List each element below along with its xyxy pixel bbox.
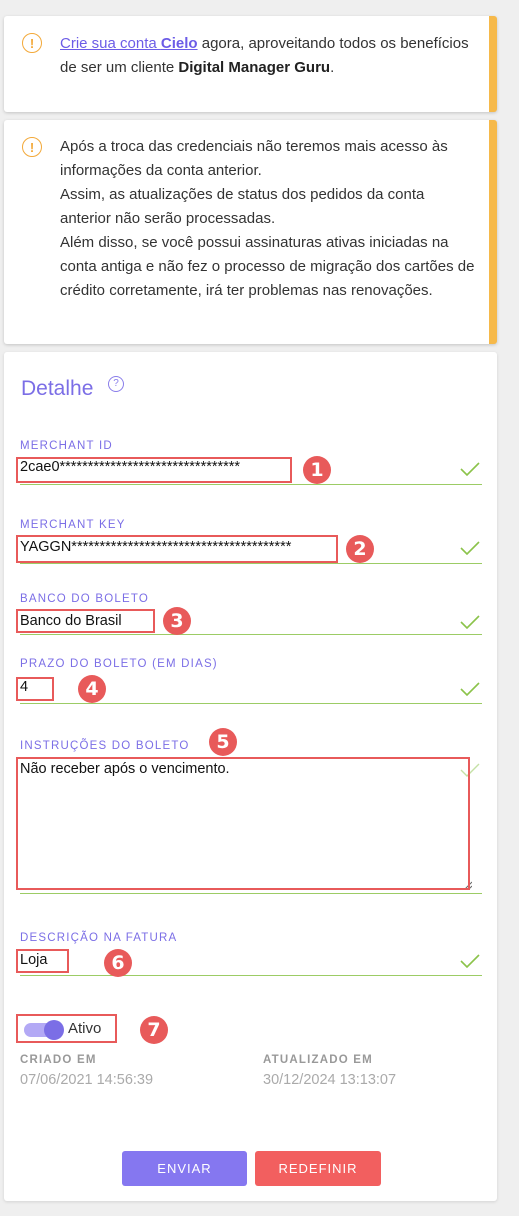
field-underline xyxy=(20,563,482,564)
marker-badge-5: 5 xyxy=(209,728,237,756)
warning-icon: ! xyxy=(22,33,42,53)
created-value: 07/06/2021 14:56:39 xyxy=(20,1072,154,1088)
field-underline xyxy=(20,893,482,894)
highlight-box xyxy=(16,677,54,701)
check-icon xyxy=(460,541,480,555)
highlight-box xyxy=(16,457,292,483)
check-icon xyxy=(460,615,480,629)
field-label: DESCRIÇÃO NA FATURA xyxy=(20,932,178,944)
reset-button[interactable]: REDEFINIR xyxy=(255,1151,381,1186)
invoice-description-field[interactable]: DESCRIÇÃO NA FATURA Loja xyxy=(20,932,482,976)
field-label: PRAZO DO BOLETO (EM DIAS) xyxy=(20,658,218,670)
marker-badge-3: 3 xyxy=(163,607,191,635)
help-icon[interactable]: ? xyxy=(108,376,124,392)
credentials-warning-alert: ! Após a troca das credenciais não terem… xyxy=(4,120,497,344)
field-label: MERCHANT ID xyxy=(20,440,113,452)
highlight-box xyxy=(16,1014,117,1043)
highlight-box xyxy=(16,609,155,633)
created-label: CRIADO EM xyxy=(20,1054,97,1066)
field-underline xyxy=(20,634,482,635)
create-cielo-account-link[interactable]: Crie sua conta Cielo xyxy=(60,35,198,52)
marker-badge-1: 1 xyxy=(303,456,331,484)
field-label: MERCHANT KEY xyxy=(20,519,126,531)
check-icon xyxy=(460,462,480,476)
check-icon xyxy=(460,954,480,968)
highlight-box xyxy=(16,949,69,973)
field-underline xyxy=(20,703,482,704)
alert-text: Após a troca das credenciais não teremos… xyxy=(60,135,475,303)
highlight-box xyxy=(16,535,338,563)
highlight-box xyxy=(16,757,470,890)
alert-paragraph-3: Além disso, se você possui assinaturas a… xyxy=(60,234,475,299)
field-label: INSTRUÇÕES DO BOLETO xyxy=(20,740,190,752)
warning-icon: ! xyxy=(22,137,42,157)
info-alert-cielo: ! Crie sua conta Cielo agora, aproveitan… xyxy=(4,16,497,112)
field-label: BANCO DO BOLETO xyxy=(20,593,149,605)
marker-badge-4: 4 xyxy=(78,675,106,703)
alert-paragraph-2: Assim, as atualizações de status dos ped… xyxy=(60,186,425,227)
detail-card: Detalhe ? MERCHANT ID 2cae0*************… xyxy=(4,352,497,1201)
alert-paragraph-1: Após a troca das credenciais não teremos… xyxy=(60,138,448,179)
card-title: Detalhe xyxy=(21,377,94,400)
marker-badge-7: 7 xyxy=(140,1016,168,1044)
field-underline xyxy=(20,975,482,976)
updated-label: ATUALIZADO EM xyxy=(263,1054,373,1066)
check-icon xyxy=(460,682,480,696)
alert-text: Crie sua conta Cielo agora, aproveitando… xyxy=(60,35,469,76)
updated-value: 30/12/2024 13:13:07 xyxy=(263,1072,397,1088)
marker-badge-6: 6 xyxy=(104,949,132,977)
send-button[interactable]: ENVIAR xyxy=(122,1151,247,1186)
field-underline xyxy=(20,484,482,485)
marker-badge-2: 2 xyxy=(346,535,374,563)
